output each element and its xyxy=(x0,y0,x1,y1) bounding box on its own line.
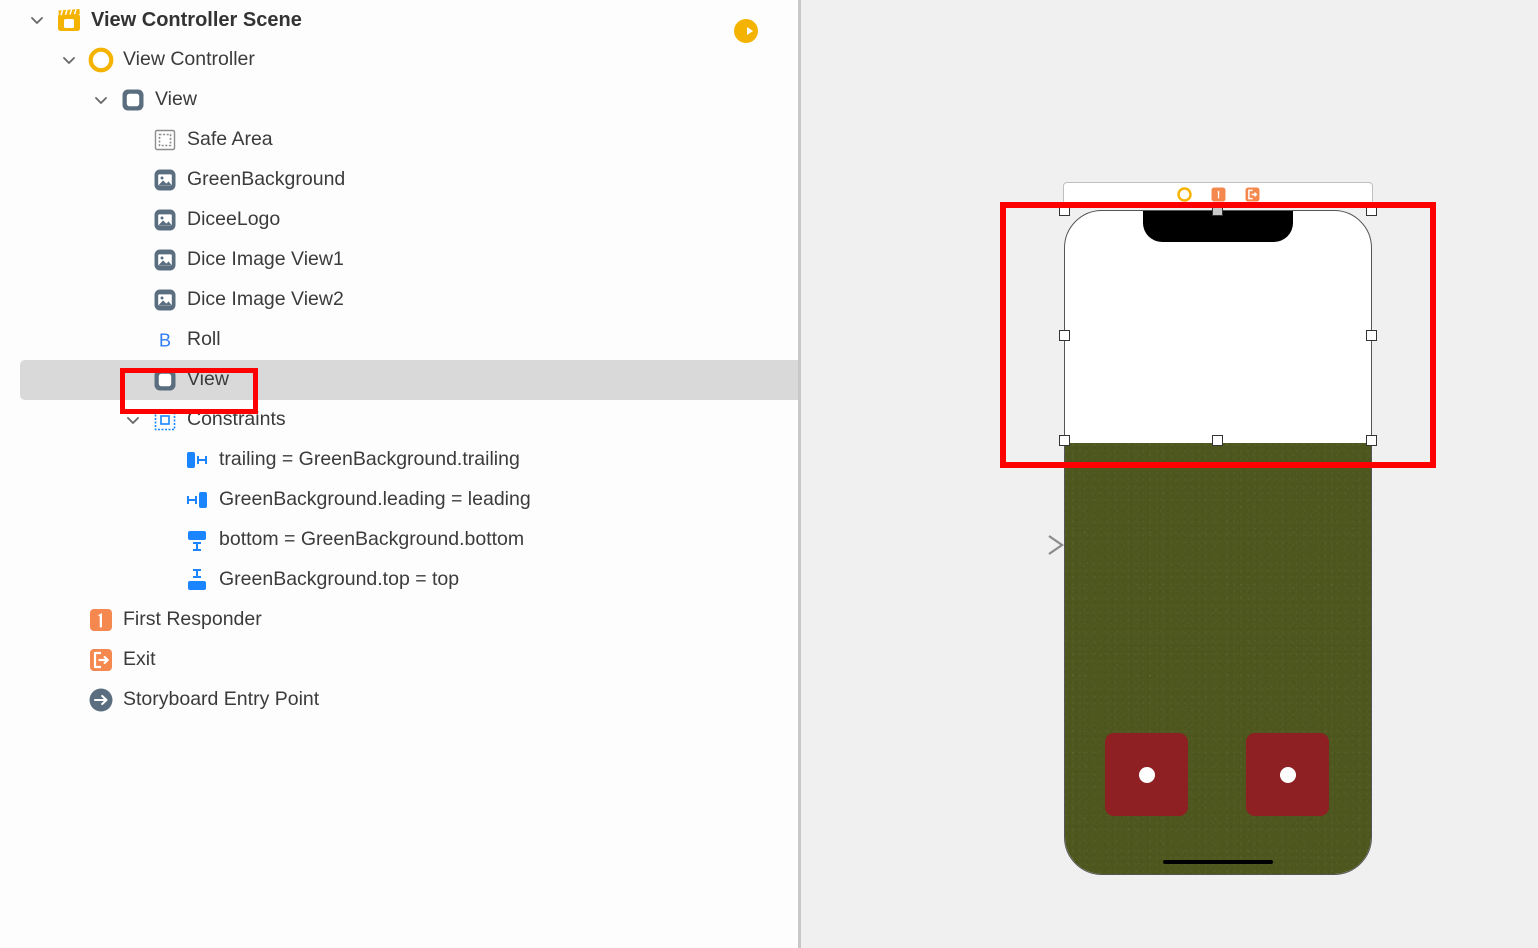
selection-handle-top-left[interactable] xyxy=(1059,205,1070,216)
outline-row-label: trailing = GreenBackground.trailing xyxy=(219,448,520,471)
outline-row-label: View xyxy=(155,88,197,111)
outline-row[interactable]: Storyboard Entry Point xyxy=(0,680,798,720)
twisty-placeholder xyxy=(122,329,144,351)
outline-row[interactable]: Dice Image View1 xyxy=(0,240,798,280)
home-indicator xyxy=(1163,860,1273,864)
selection-handle-top-center[interactable] xyxy=(1212,205,1223,216)
constraint-bottom-icon xyxy=(184,527,210,553)
outline-row-label: GreenBackground.leading = leading xyxy=(219,488,531,511)
twisty-placeholder xyxy=(122,129,144,151)
outline-row-label: Dice Image View1 xyxy=(187,248,344,271)
image-view-icon xyxy=(152,207,178,233)
constraints-icon xyxy=(152,407,178,433)
selection-handle-bottom-right[interactable] xyxy=(1366,435,1377,446)
outline-row-label: View Controller xyxy=(123,48,255,71)
outline-row-label: Constraints xyxy=(187,408,286,431)
image-view-icon xyxy=(152,247,178,273)
outline-row[interactable]: View Controller xyxy=(0,40,798,80)
clapperboard-icon xyxy=(56,7,82,33)
outline-row-label: Roll xyxy=(187,328,221,351)
selection-handle-middle-right[interactable] xyxy=(1366,330,1377,341)
view-controller-dock-icon[interactable] xyxy=(1176,187,1192,202)
outline-row-label: Storyboard Entry Point xyxy=(123,688,320,711)
twisty-placeholder xyxy=(154,489,176,511)
twisty-placeholder xyxy=(58,689,80,711)
image-view-icon xyxy=(152,287,178,313)
twisty-placeholder xyxy=(122,369,144,391)
outline-row-label: GreenBackground.top = top xyxy=(219,568,460,591)
twisty-placeholder xyxy=(122,289,144,311)
constraint-top-icon xyxy=(184,567,210,593)
twisty-placeholder xyxy=(154,529,176,551)
outline-row-label: DiceeLogo xyxy=(187,208,281,231)
outline-row-label: First Responder xyxy=(123,608,262,631)
entry-point-arrow-icon xyxy=(995,532,1065,558)
outline-row-label: View Controller Scene xyxy=(91,9,302,31)
outline-row-label: Safe Area xyxy=(187,128,273,151)
twisty-placeholder xyxy=(122,209,144,231)
outline-row[interactable]: GreenBackground.top = top xyxy=(0,560,798,600)
outline-row-label: Exit xyxy=(123,648,156,671)
selection-handle-bottom-left[interactable] xyxy=(1059,435,1070,446)
twisty-placeholder xyxy=(58,609,80,631)
chevron-down-icon[interactable] xyxy=(122,409,144,431)
xcode-interface-builder: View Controller Scene View Controller View… xyxy=(0,0,1538,948)
outline-tree: View Controller Scene View Controller View… xyxy=(0,0,798,720)
chevron-down-icon[interactable] xyxy=(58,49,80,71)
outline-row[interactable]: View xyxy=(0,80,798,120)
outline-row[interactable]: Exit xyxy=(0,640,798,680)
dice-image-view-2[interactable] xyxy=(1246,733,1329,816)
outline-row[interactable]: trailing = GreenBackground.trailing xyxy=(0,440,798,480)
selection-handle-middle-left[interactable] xyxy=(1059,330,1070,341)
outline-row[interactable]: Constraints xyxy=(0,400,798,440)
outline-row[interactable]: B Roll xyxy=(0,320,798,360)
twisty-placeholder xyxy=(122,249,144,271)
scene-dock[interactable] xyxy=(1063,182,1373,207)
twisty-placeholder xyxy=(154,569,176,591)
outline-row[interactable]: bottom = GreenBackground.bottom xyxy=(0,520,798,560)
view-icon xyxy=(120,87,146,113)
outline-row[interactable]: GreenBackground.leading = leading xyxy=(0,480,798,520)
svg-text:B: B xyxy=(159,331,171,351)
view-controller-icon xyxy=(88,47,114,73)
image-view-icon xyxy=(152,167,178,193)
exit-icon xyxy=(88,647,114,673)
chevron-down-icon[interactable] xyxy=(90,89,112,111)
outline-row[interactable]: View xyxy=(0,360,798,400)
button-b-icon: B xyxy=(152,327,178,353)
outline-row[interactable]: First Responder xyxy=(0,600,798,640)
storyboard-entry-point-icon xyxy=(88,687,114,713)
storyboard-canvas[interactable]: Roll xyxy=(801,0,1538,948)
outline-row[interactable]: GreenBackground xyxy=(0,160,798,200)
twisty-placeholder xyxy=(58,649,80,671)
twisty-placeholder xyxy=(154,449,176,471)
green-background-image-view[interactable]: Roll xyxy=(1065,443,1371,874)
device-preview[interactable]: Roll xyxy=(1064,210,1372,875)
outline-row-label: Dice Image View2 xyxy=(187,288,344,311)
safe-area-icon xyxy=(152,127,178,153)
view-icon xyxy=(152,367,178,393)
twisty-placeholder xyxy=(122,169,144,191)
outline-row-label: GreenBackground xyxy=(187,168,346,191)
outline-row-label: bottom = GreenBackground.bottom xyxy=(219,528,525,551)
constraint-trailing-icon xyxy=(184,447,210,473)
dice-pip xyxy=(1279,766,1296,783)
selection-handle-top-right[interactable] xyxy=(1366,205,1377,216)
first-responder-dock-icon[interactable] xyxy=(1211,187,1226,202)
outline-row-label: View xyxy=(187,368,229,391)
exit-dock-icon[interactable] xyxy=(1245,187,1260,202)
outline-row[interactable]: DiceeLogo xyxy=(0,200,798,240)
outline-row[interactable]: Safe Area xyxy=(0,120,798,160)
document-outline-panel: View Controller Scene View Controller View… xyxy=(0,0,798,948)
first-responder-icon xyxy=(88,607,114,633)
chevron-down-icon[interactable] xyxy=(26,9,48,31)
outline-row[interactable]: View Controller Scene xyxy=(0,0,798,40)
scene-entry-arrow-icon[interactable] xyxy=(733,18,759,44)
dice-pip xyxy=(1138,766,1155,783)
selection-handle-bottom-center[interactable] xyxy=(1212,435,1223,446)
constraint-leading-icon xyxy=(184,487,210,513)
dice-image-view-1[interactable] xyxy=(1105,733,1188,816)
outline-row[interactable]: Dice Image View2 xyxy=(0,280,798,320)
